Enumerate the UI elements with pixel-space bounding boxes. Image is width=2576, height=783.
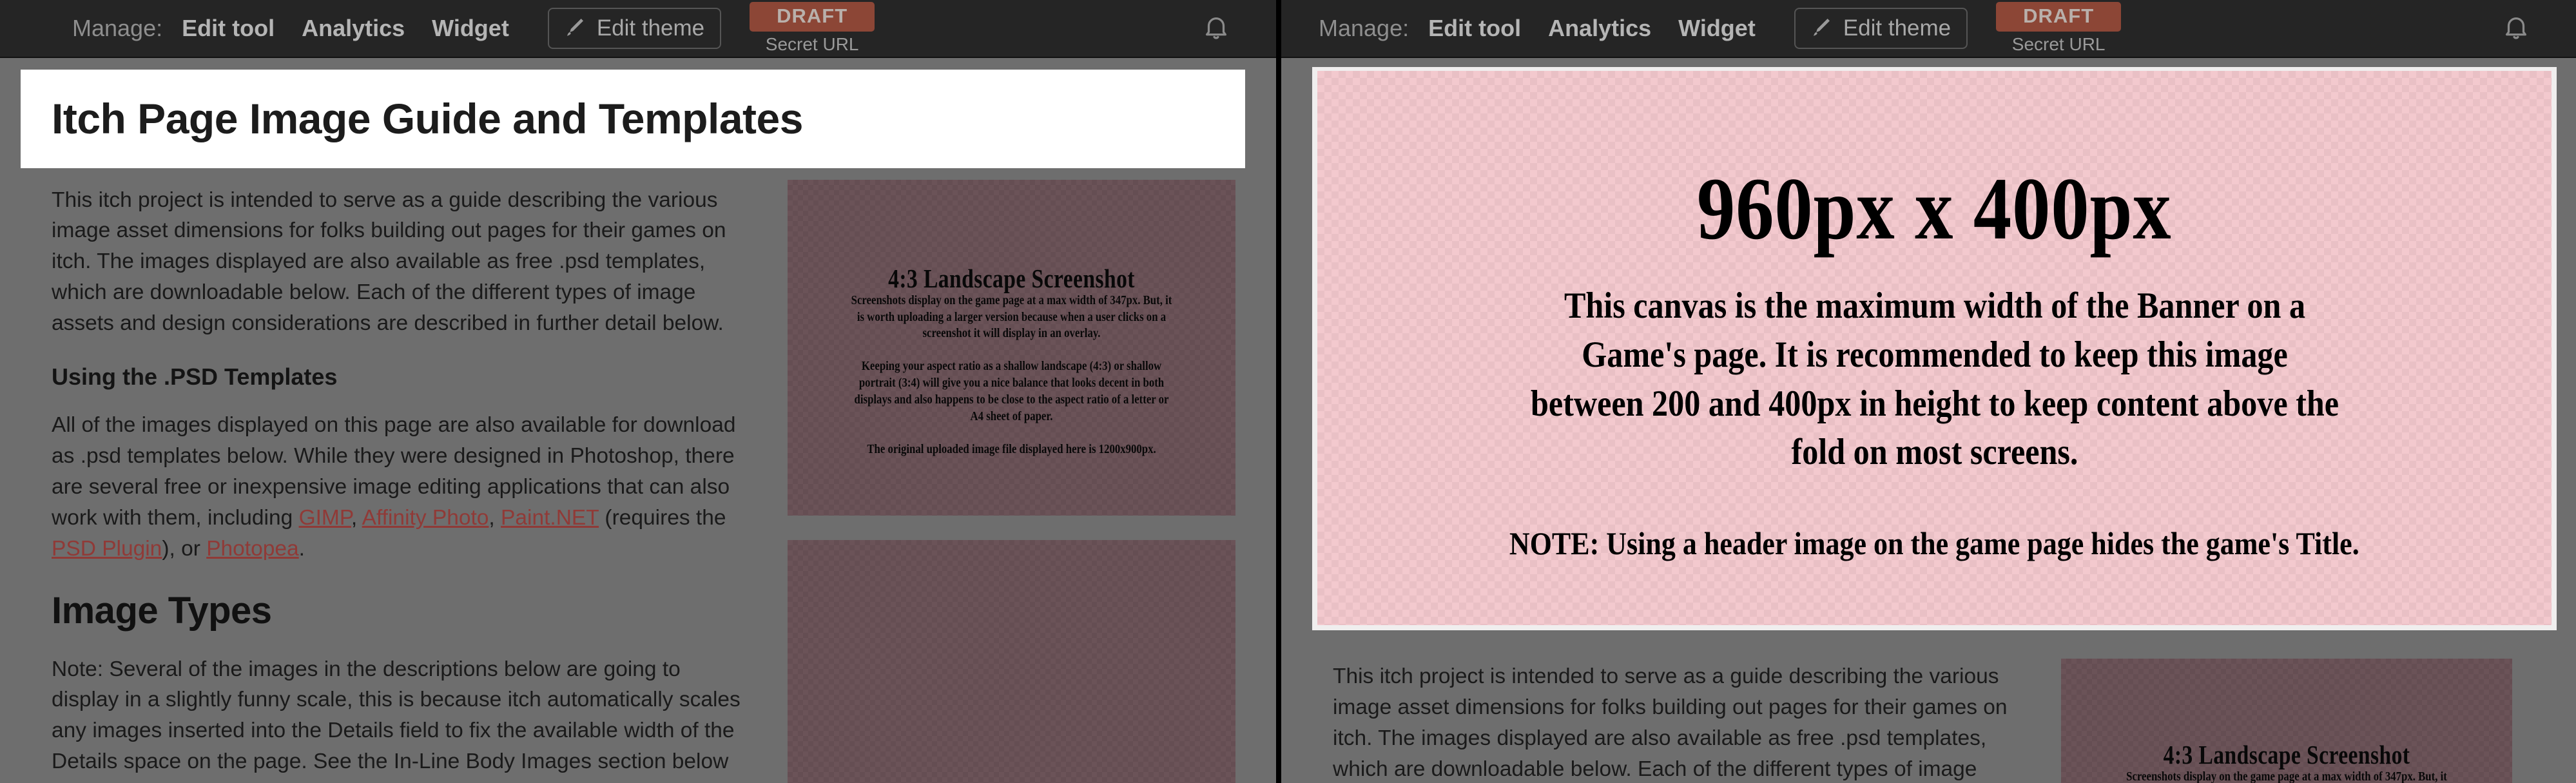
link-gimp[interactable]: GIMP <box>299 506 351 530</box>
psd-end-text: . <box>298 536 305 561</box>
page-title-band: Itch Page Image Guide and Templates <box>21 70 1245 168</box>
left-text-column: This itch project is intended to serve a… <box>21 168 788 783</box>
psd-templates-heading: Using the .PSD Templates <box>52 363 338 391</box>
psd-sep-1: , <box>351 505 362 530</box>
banner-frame: 960px x 400px This canvas is the maximum… <box>1312 67 2557 630</box>
bell-icon[interactable] <box>2501 14 2531 43</box>
tile-landscape-title: 4:3 Landscape Screenshot <box>2163 740 2410 769</box>
nav-analytics[interactable]: Analytics <box>302 15 405 42</box>
banner-image[interactable]: 960px x 400px This canvas is the maximum… <box>1317 71 2552 625</box>
tile-landscape-p1: Screenshots display on the game page at … <box>851 293 1172 341</box>
tile-landscape-p3: The original uploaded image file display… <box>867 443 1156 457</box>
tile-landscape-p2: Keeping your aspect ratio as a shallow l… <box>854 360 1169 424</box>
dual-panel-screen: Manage: Edit tool Analytics Widget Edit … <box>0 0 2576 783</box>
tile-portrait-inner: 3:4 Portrait Screenshot Screenshots disp… <box>788 540 1235 783</box>
manage-label: Manage: <box>1319 15 1409 41</box>
right-page-scroll-area[interactable]: 960px x 400px This canvas is the maximum… <box>1281 58 2576 783</box>
secret-url-link[interactable]: Secret URL <box>766 34 859 55</box>
manage-label: Manage: <box>72 15 163 41</box>
psd-sep-2: , <box>489 505 501 530</box>
screenshot-tile-landscape[interactable]: 4:3 Landscape Screenshot Screenshots dis… <box>788 179 1235 516</box>
draft-badge[interactable]: DRAFT <box>750 1 875 32</box>
banner-note-text: NOTE: Using a header image on the game p… <box>1509 525 2359 562</box>
brush-icon <box>561 15 586 41</box>
left-content-row: This itch project is intended to serve a… <box>21 168 1245 783</box>
right-text-column: This itch project is intended to serve a… <box>1294 644 2061 783</box>
nav-edit-tool[interactable]: Edit tool <box>1428 15 1521 42</box>
left-page-scroll-area[interactable]: Itch Page Image Guide and Templates This… <box>0 58 1276 783</box>
intro-paragraph: This itch project is intended to serve a… <box>1333 664 2008 781</box>
edit-theme-button[interactable]: Edit theme <box>1794 8 1968 49</box>
draft-status-group: DRAFT Secret URL <box>750 1 875 55</box>
screenshot-tile-portrait[interactable]: 3:4 Portrait Screenshot Screenshots disp… <box>788 539 1235 783</box>
draft-badge[interactable]: DRAFT <box>1996 1 2122 32</box>
nav-widget[interactable]: Widget <box>1678 15 1756 42</box>
edit-theme-button[interactable]: Edit theme <box>547 8 722 49</box>
tile-landscape-inner: 4:3 Landscape Screenshot Screenshots dis… <box>788 180 1235 458</box>
right-content-row: This itch project is intended to serve a… <box>1294 644 2576 783</box>
bell-icon[interactable] <box>1201 14 1231 43</box>
left-manage-toolbar: Manage: Edit tool Analytics Widget Edit … <box>0 0 1276 58</box>
link-affinity-photo[interactable]: Affinity Photo <box>362 506 489 530</box>
right-media-column: 4:3 Landscape Screenshot Screenshots dis… <box>2061 644 2532 783</box>
banner-heading: 960px x 400px <box>1697 159 2172 258</box>
brush-icon <box>1807 15 1833 41</box>
right-manage-toolbar: Manage: Edit tool Analytics Widget Edit … <box>1281 0 2576 58</box>
secret-url-link[interactable]: Secret URL <box>2012 34 2106 55</box>
panel-divider <box>1276 0 1281 783</box>
banner-body-text: This canvas is the maximum width of the … <box>1530 285 2339 473</box>
psd-mid-text: (requires the <box>599 505 726 530</box>
left-media-column: 4:3 Landscape Screenshot Screenshots dis… <box>788 168 1245 783</box>
nav-edit-tool[interactable]: Edit tool <box>182 15 275 42</box>
left-browser-panel: Manage: Edit tool Analytics Widget Edit … <box>0 0 1276 783</box>
right-browser-panel: Manage: Edit tool Analytics Widget Edit … <box>1281 0 2576 783</box>
tile-landscape-p1: Screenshots display on the game page at … <box>2126 770 2447 783</box>
link-paint-net[interactable]: Paint.NET <box>501 506 599 530</box>
link-psd-plugin[interactable]: PSD Plugin <box>52 537 162 561</box>
left-page-content: Itch Page Image Guide and Templates This… <box>21 58 1245 783</box>
link-photopea[interactable]: Photopea <box>206 537 298 561</box>
image-types-note: Note: Several of the images in the descr… <box>52 657 741 783</box>
right-page-content: 960px x 400px This canvas is the maximum… <box>1294 58 2576 783</box>
nav-analytics[interactable]: Analytics <box>1548 15 1651 42</box>
psd-after-text: ), or <box>162 536 207 561</box>
intro-paragraph: This itch project is intended to serve a… <box>52 188 726 336</box>
psd-templates-paragraph: All of the images displayed on this page… <box>52 410 749 564</box>
image-types-heading: Image Types <box>52 589 272 632</box>
draft-status-group: DRAFT Secret URL <box>1996 1 2122 55</box>
page-title: Itch Page Image Guide and Templates <box>52 95 803 142</box>
edit-theme-label: Edit theme <box>596 15 705 41</box>
edit-theme-label: Edit theme <box>1843 15 1951 41</box>
tile-landscape-title: 4:3 Landscape Screenshot <box>888 263 1135 293</box>
screenshot-tile-landscape[interactable]: 4:3 Landscape Screenshot Screenshots dis… <box>2061 659 2512 783</box>
tile-landscape-inner: 4:3 Landscape Screenshot Screenshots dis… <box>2061 659 2512 783</box>
nav-widget[interactable]: Widget <box>432 15 509 42</box>
